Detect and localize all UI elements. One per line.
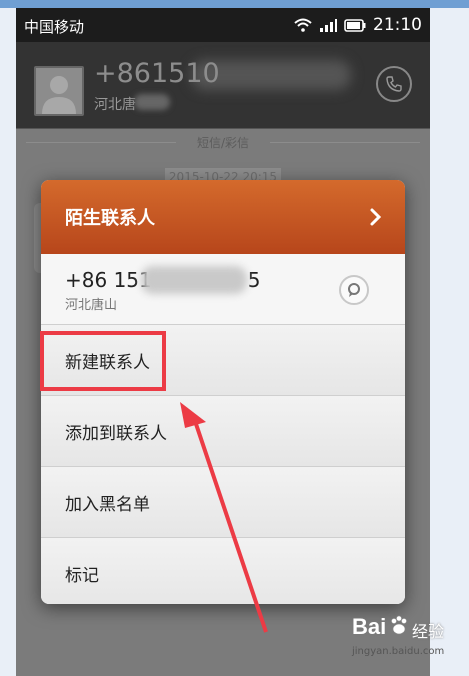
contact-row[interactable]: +86 151 5 河北唐山 (41, 254, 405, 325)
watermark-url: jingyan.baidu.com (352, 646, 445, 657)
baidu-jingyan-watermark: Bai 经验 jingyan.baidu.com (352, 614, 464, 670)
paw-icon (391, 615, 407, 635)
dialog-header[interactable]: 陌生联系人 (41, 180, 405, 254)
message-icon (348, 283, 360, 297)
person-icon (42, 76, 76, 114)
stranger-contact-dialog: 陌生联系人 +86 151 5 河北唐山 新建联系人 添加到联系人 加入黑名单 标… (41, 180, 405, 604)
wifi-icon (294, 18, 312, 32)
section-label: 短信/彩信 (196, 136, 250, 150)
battery-icon (344, 18, 366, 32)
chevron-right-icon (370, 208, 382, 226)
clock: 21:10 (373, 15, 422, 35)
menu-item-add-to-contact[interactable]: 添加到联系人 (41, 396, 405, 467)
browser-top-strip (0, 0, 469, 8)
avatar[interactable] (34, 66, 84, 116)
signal-icon (320, 19, 337, 32)
blur-mask (141, 266, 247, 294)
status-icons: 21:10 (294, 15, 422, 35)
dialog-title: 陌生联系人 (65, 208, 155, 229)
header-location: 河北唐 (94, 97, 136, 113)
contact-location: 河北唐山 (65, 298, 118, 313)
status-bar: 中国移动 21:10 (16, 8, 430, 42)
blur-mask (134, 94, 170, 110)
header-phone-number: +861510 (94, 58, 220, 89)
watermark-suffix: 经验 (412, 622, 445, 641)
menu-item-blacklist[interactable]: 加入黑名单 (41, 467, 405, 538)
menu-item-mark[interactable]: 标记 (41, 538, 405, 604)
conversation-header: +861510 河北唐 (16, 42, 430, 129)
message-button[interactable] (339, 275, 369, 305)
watermark-logo: Bai (352, 614, 387, 639)
call-button[interactable] (376, 66, 412, 102)
highlight-annotation (40, 331, 166, 391)
phone-icon (386, 76, 402, 92)
carrier-name: 中国移动 (24, 18, 85, 36)
